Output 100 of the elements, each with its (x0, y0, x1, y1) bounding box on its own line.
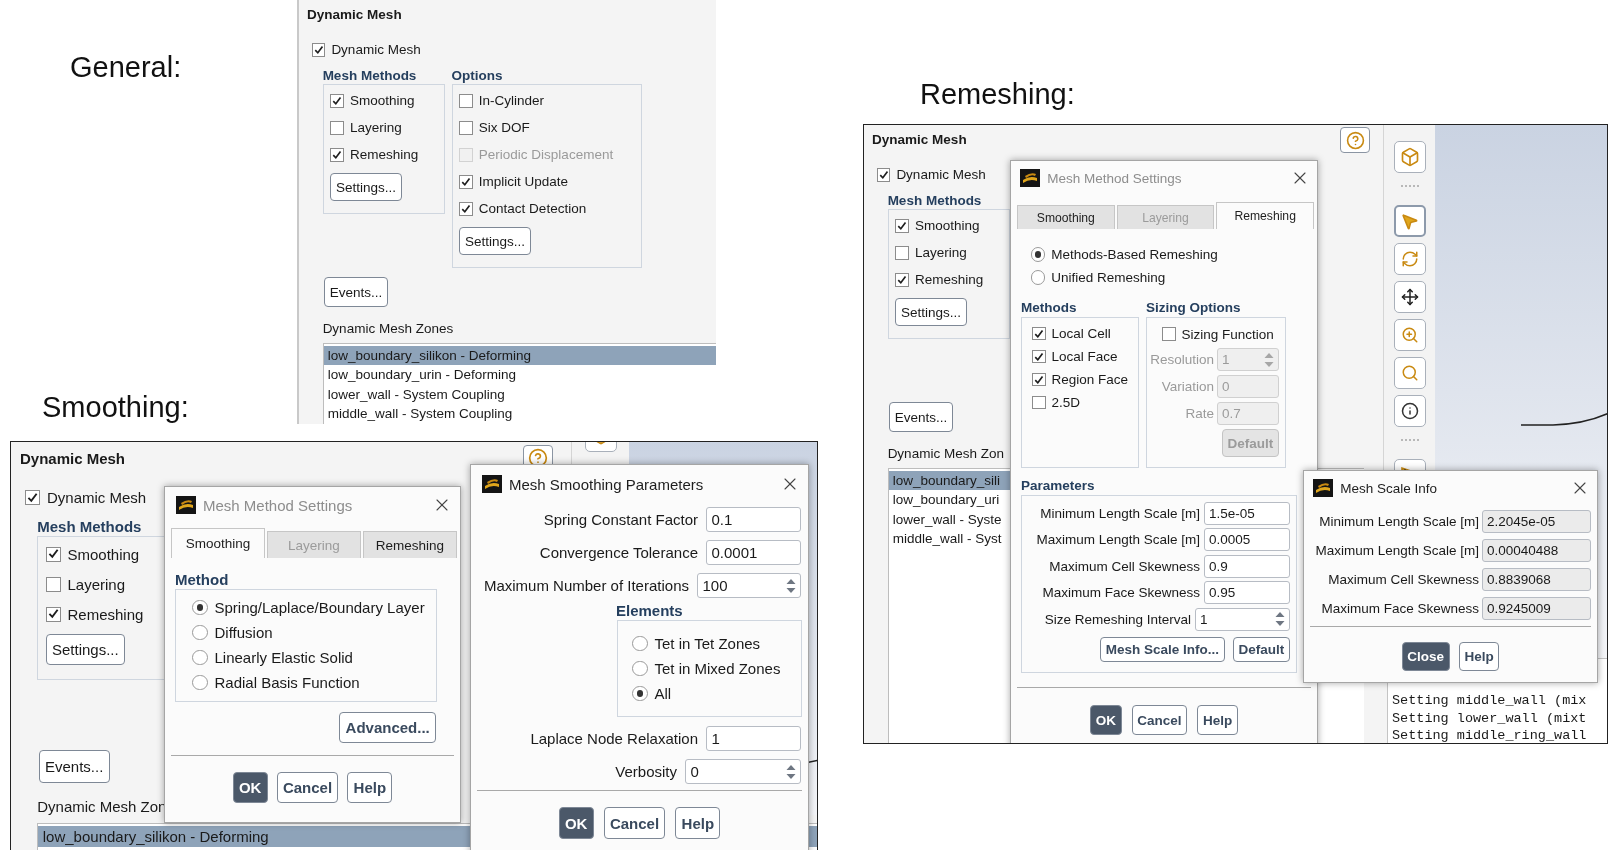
checkbox-label: Sizing Function (1181, 326, 1274, 342)
spin-field[interactable]: 100 (697, 572, 801, 599)
checkbox[interactable] (330, 121, 344, 135)
list-item[interactable]: lower_wall - System Coupling (323, 384, 716, 405)
list-item[interactable]: middle_wall - System Coupling (323, 404, 716, 424)
radio-button[interactable] (192, 599, 208, 616)
input-field[interactable]: 0.9 (1204, 554, 1290, 578)
events-button[interactable]: Events... (38, 750, 110, 784)
dialog-title: Mesh Method Settings (1047, 170, 1183, 186)
logo-icon (1020, 169, 1041, 187)
checkbox-label: Contact Detection (478, 201, 587, 217)
checkbox[interactable] (330, 148, 344, 162)
checkbox[interactable] (459, 121, 473, 135)
input-field[interactable]: 1 (706, 725, 801, 752)
checkbox[interactable] (459, 94, 473, 108)
checkbox[interactable] (25, 490, 41, 505)
radio-button[interactable] (192, 624, 208, 641)
radio-button[interactable] (632, 635, 648, 652)
checkbox[interactable] (895, 219, 909, 233)
input-field[interactable]: 0.0005 (1204, 528, 1290, 552)
radio-button[interactable] (1031, 270, 1046, 285)
input-field[interactable]: 0.9245009 (1482, 597, 1591, 620)
tab[interactable]: Smoothing (1017, 205, 1115, 229)
tab[interactable]: Smoothing (171, 528, 265, 558)
input-field[interactable]: 0.95 (1204, 581, 1290, 605)
dialog-button[interactable]: Close (1401, 642, 1450, 671)
dialog-button[interactable]: Cancel (1131, 705, 1188, 735)
checkbox[interactable] (1032, 349, 1046, 364)
section-caption: Remeshing: (920, 80, 1075, 109)
checkbox-label: Layering (67, 575, 126, 593)
spin-field[interactable]: 1 (1195, 607, 1290, 631)
dialog-button[interactable]: Cancel (603, 807, 666, 839)
console-line: Setting middle_wall (mix (1392, 692, 1588, 710)
dialog-button[interactable]: Default (1232, 636, 1290, 662)
radio-button[interactable] (632, 685, 648, 702)
checkbox[interactable] (1162, 327, 1176, 341)
checkbox[interactable] (459, 202, 473, 216)
checkbox[interactable] (45, 546, 61, 562)
dialog-button[interactable]: Help (347, 772, 393, 803)
input-field[interactable]: 2.2045e-05 (1482, 510, 1591, 533)
toolbar-button[interactable] (1393, 395, 1426, 427)
settings-button[interactable]: Settings... (459, 227, 531, 256)
toolbar-button[interactable] (1393, 281, 1426, 313)
checkbox-label: Periodic Displacement (478, 147, 614, 163)
input-field[interactable]: 0.8839068 (1482, 568, 1591, 591)
input-field[interactable]: 0.1 (706, 506, 801, 533)
spin-arrows-icon[interactable] (785, 763, 796, 780)
settings-button[interactable]: Settings... (330, 173, 402, 202)
dialog-button[interactable]: Help (1458, 642, 1500, 671)
radio-button[interactable] (1031, 247, 1046, 262)
checkbox-label: Smoothing (349, 93, 415, 109)
list-item[interactable]: low_boundary_silikon - Deforming (323, 345, 716, 366)
dialog-title: Mesh Method Settings (203, 496, 354, 514)
field-label: Size Remeshing Interval (1044, 611, 1191, 627)
section-title: Methods (1021, 299, 1077, 317)
dialog-button[interactable]: OK (558, 807, 594, 839)
checkbox[interactable] (459, 175, 473, 189)
checkbox-label: Dynamic Mesh (331, 42, 421, 58)
radio-button[interactable] (192, 649, 208, 666)
dialog-button[interactable]: OK (1089, 705, 1122, 735)
tab[interactable]: Remeshing (1216, 202, 1314, 229)
checkbox[interactable] (876, 168, 891, 182)
spin-field[interactable]: 0 (685, 758, 801, 785)
spin-arrows-icon[interactable] (1274, 611, 1285, 628)
checkbox[interactable] (1032, 326, 1046, 341)
checkbox[interactable] (895, 273, 909, 287)
events-button[interactable]: Events... (323, 277, 388, 308)
radio-button[interactable] (632, 660, 648, 677)
checkbox[interactable] (1032, 372, 1046, 387)
radio-button[interactable] (192, 674, 208, 691)
settings-button[interactable]: Settings... (895, 298, 967, 327)
field-label: Maximum Length Scale [m] (1036, 532, 1200, 548)
tab[interactable]: Remeshing (363, 531, 457, 558)
input-field[interactable]: 1.5e-05 (1204, 501, 1290, 525)
dialog-button[interactable]: Help (675, 807, 721, 839)
settings-button[interactable]: Settings... (45, 634, 125, 666)
checkbox[interactable] (45, 576, 61, 592)
dialog-button[interactable]: Cancel (276, 772, 339, 803)
dialog-button[interactable]: OK (232, 772, 268, 803)
field-label: Maximum Face Skewness (1042, 585, 1200, 601)
checkbox[interactable] (895, 246, 909, 260)
field-label: Maximum Cell Skewness (1049, 558, 1200, 574)
checkbox[interactable] (45, 606, 61, 622)
help-button[interactable] (1340, 127, 1370, 153)
dialog-button[interactable]: Mesh Scale Info... (1100, 636, 1225, 662)
dialog-button[interactable]: Help (1197, 705, 1239, 735)
search-icon (1400, 364, 1419, 382)
list-title: Dynamic Mesh Zones (322, 320, 454, 338)
checkbox[interactable] (330, 94, 344, 108)
checkbox[interactable] (311, 43, 326, 57)
radio-label: Tet in Mixed Zones (654, 660, 781, 677)
input-field[interactable]: 0.00040488 (1482, 539, 1591, 562)
events-button[interactable]: Events... (888, 402, 953, 433)
spin-arrows-icon[interactable] (785, 577, 796, 594)
list-item[interactable]: low_boundary_urin - Deforming (323, 365, 716, 385)
checkbox[interactable] (1032, 395, 1046, 410)
radio-label: Unified Remeshing (1051, 270, 1166, 285)
info-icon (1400, 402, 1419, 420)
input-field[interactable]: 0.0001 (706, 539, 801, 566)
advanced-button[interactable]: Advanced... (339, 712, 436, 743)
